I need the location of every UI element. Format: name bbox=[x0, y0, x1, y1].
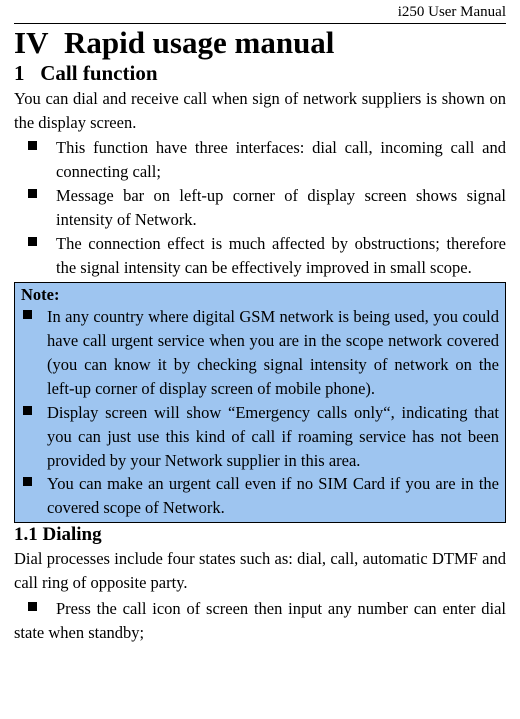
bullet-square-icon bbox=[14, 184, 50, 232]
bullet-square-icon bbox=[21, 401, 45, 473]
chapter-title: Rapid usage manual bbox=[64, 25, 334, 60]
section-1-intro: You can dial and receive call when sign … bbox=[14, 87, 506, 135]
page-header: i250 User Manual bbox=[14, 0, 506, 21]
header-rule bbox=[14, 23, 506, 24]
chapter-number: IV bbox=[14, 25, 48, 60]
list-item-text: In any country where digital GSM network… bbox=[45, 305, 499, 401]
note-box: Note: In any country where digital GSM n… bbox=[14, 282, 506, 523]
section-1-bullets: This function have three interfaces: dia… bbox=[14, 136, 506, 280]
subsection-1-1-intro: Dial processes include four states such … bbox=[14, 547, 506, 595]
bullet-square-icon bbox=[14, 232, 50, 280]
list-item: In any country where digital GSM network… bbox=[21, 305, 499, 401]
list-item: The connection effect is much affected b… bbox=[14, 232, 506, 280]
list-item: You can make an urgent call even if no S… bbox=[21, 472, 499, 520]
list-item-text: This function have three interfaces: dia… bbox=[50, 136, 506, 184]
bullet-square-icon bbox=[21, 472, 45, 520]
section-1-heading: 1 Call function bbox=[14, 61, 506, 86]
note-bullets: In any country where digital GSM network… bbox=[21, 305, 499, 520]
bullet-square-icon bbox=[14, 136, 50, 184]
subsection-1-1-heading: 1.1 Dialing bbox=[14, 524, 506, 546]
list-item-text: Message bar on left-up corner of display… bbox=[50, 184, 506, 232]
list-item-text: Press the call icon of screen then input… bbox=[14, 597, 506, 645]
list-item: Display screen will show “Emergency call… bbox=[21, 401, 499, 473]
list-item: This function have three interfaces: dia… bbox=[14, 136, 506, 184]
bullet-square-icon bbox=[21, 305, 45, 401]
list-item-text: The connection effect is much affected b… bbox=[50, 232, 506, 280]
list-item-text: Display screen will show “Emergency call… bbox=[45, 401, 499, 473]
list-item: Press the call icon of screen then input… bbox=[14, 597, 506, 645]
list-item-text: You can make an urgent call even if no S… bbox=[45, 472, 499, 520]
chapter-heading: IV Rapid usage manual bbox=[14, 25, 506, 61]
list-item: Message bar on left-up corner of display… bbox=[14, 184, 506, 232]
note-title: Note: bbox=[21, 285, 499, 305]
section-title: Call function bbox=[40, 61, 157, 85]
subsection-1-1-bullets: Press the call icon of screen then input… bbox=[14, 597, 506, 645]
section-number: 1 bbox=[14, 61, 25, 85]
